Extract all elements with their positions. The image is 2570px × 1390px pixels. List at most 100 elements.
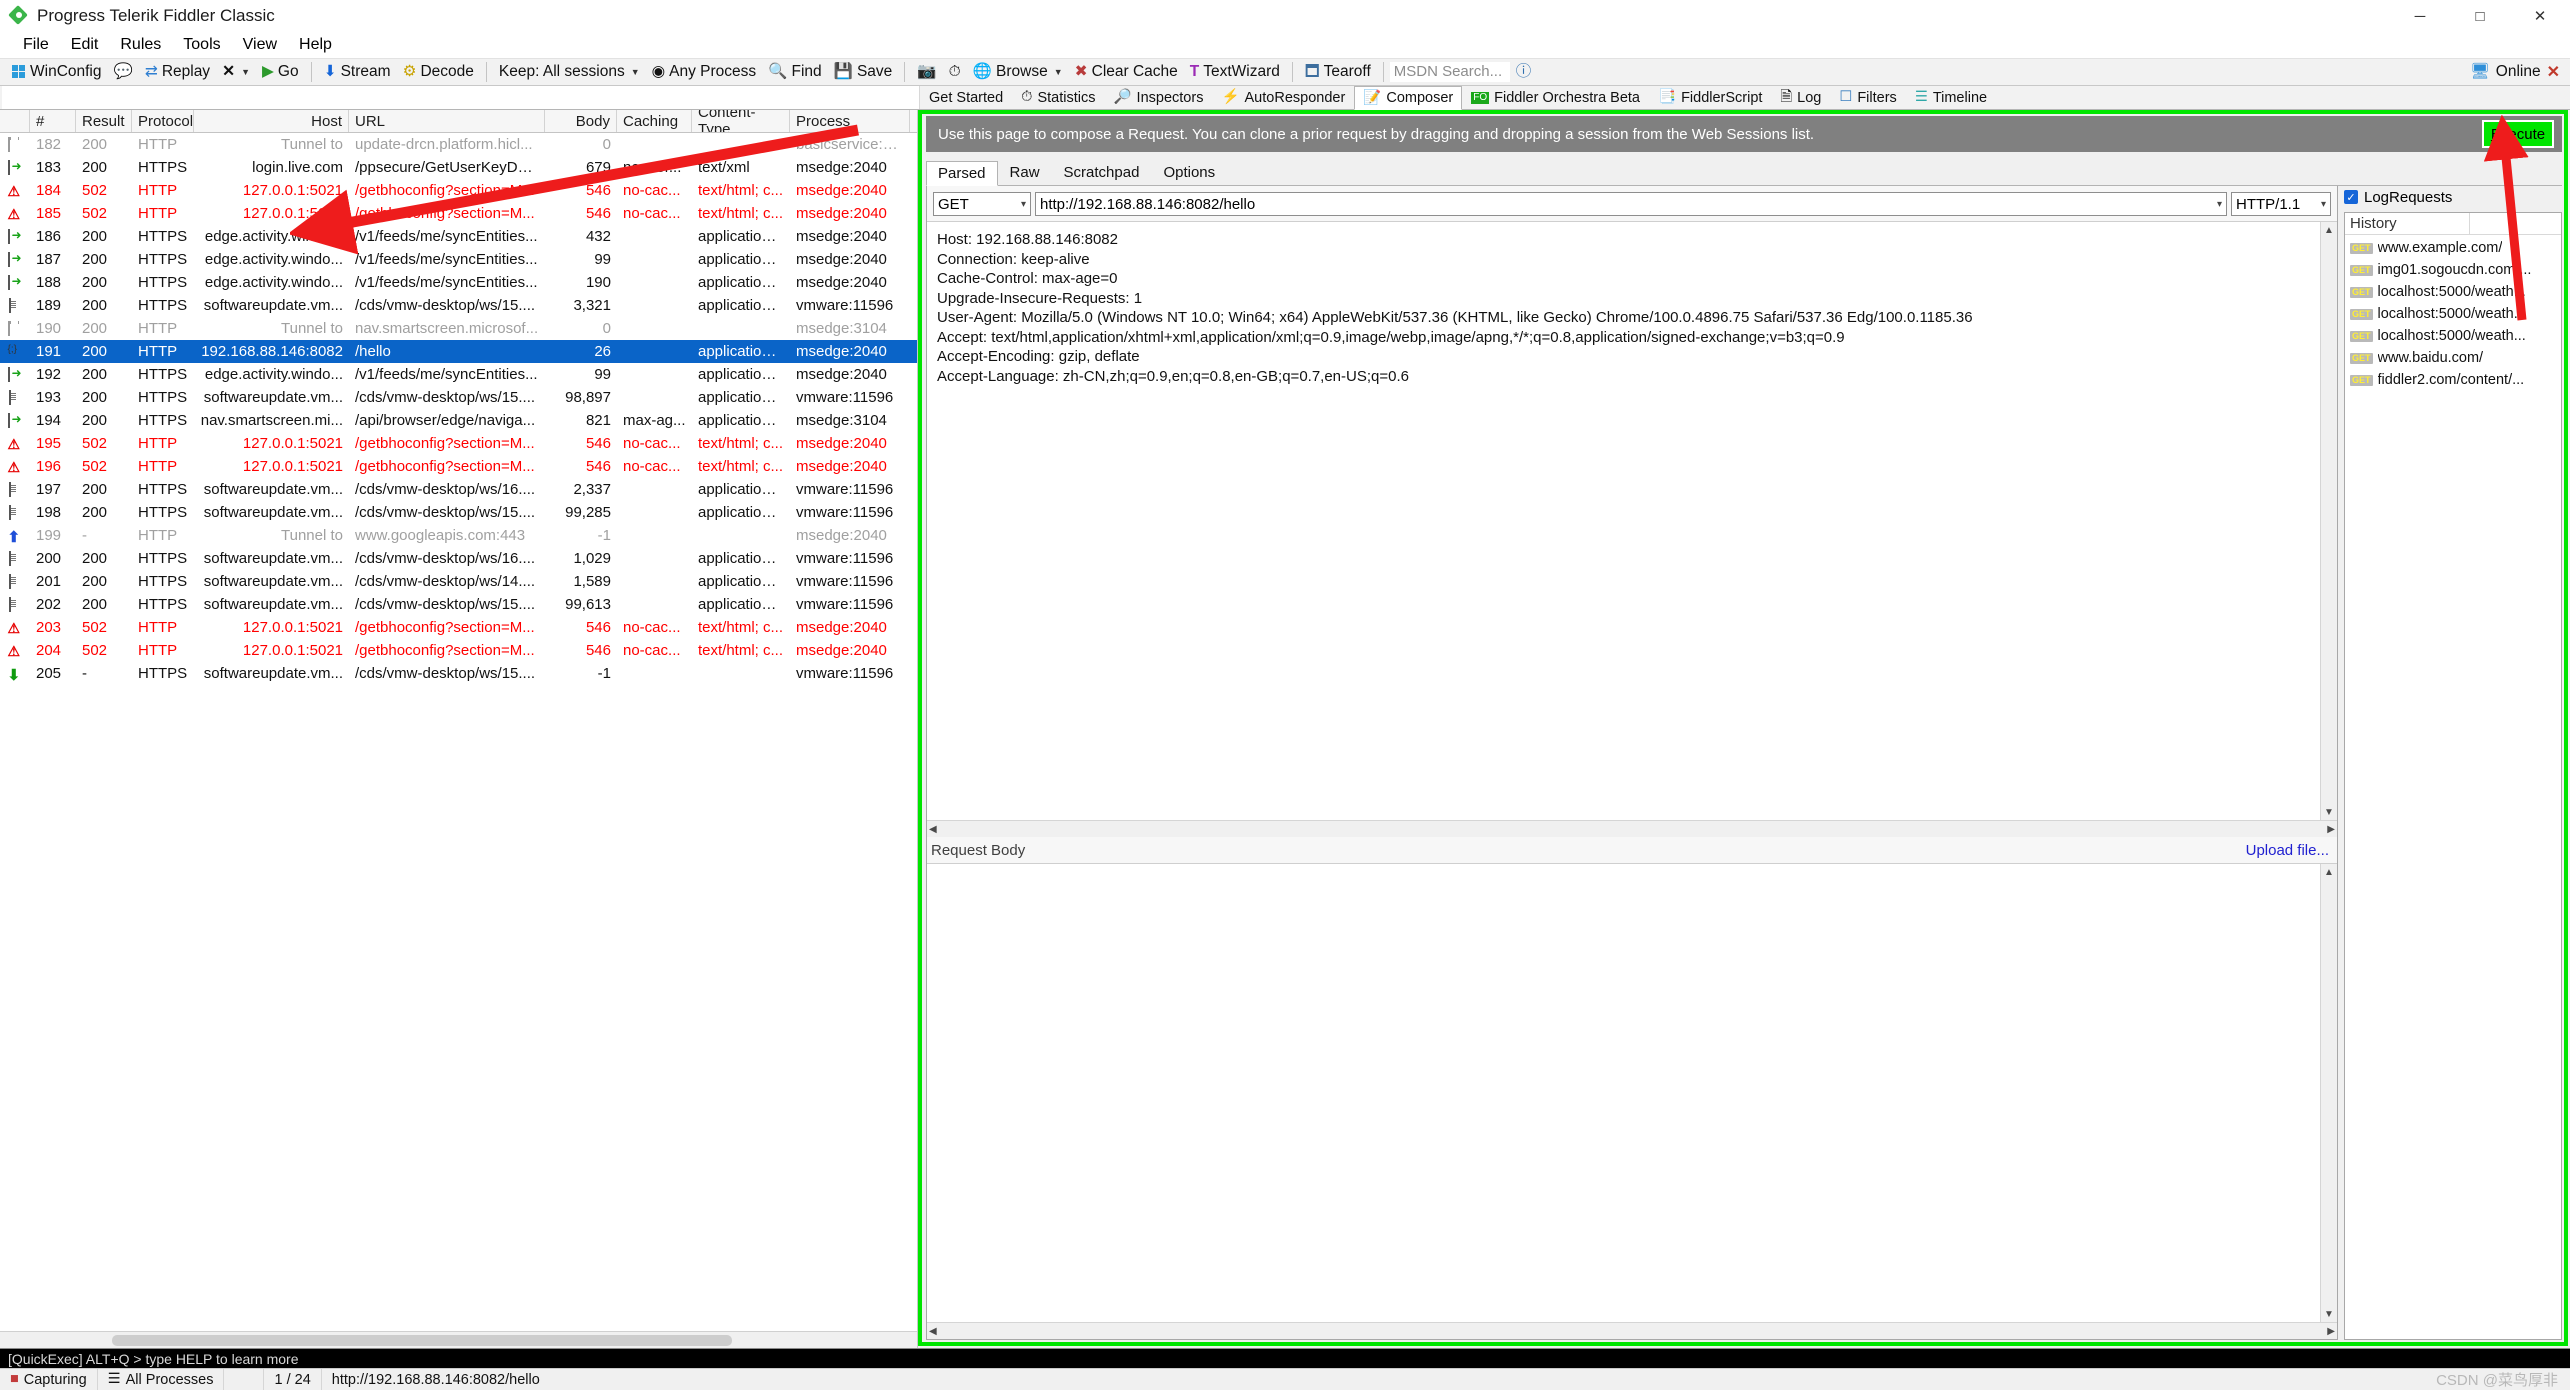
session-row[interactable]: ⚠ 203 502 HTTP 127.0.0.1:5021/getbhoconfig?s… — [0, 616, 917, 639]
session-row[interactable]: 197 200 HTTPS softwareupdate.vm... /cds/vmw-… — [0, 478, 917, 501]
session-row[interactable]: 183 200 HTTPS login.live.com/ppsecure/GetUs… — [0, 156, 917, 179]
history-item[interactable]: GET localhost:5000/weath... — [2345, 303, 2561, 325]
session-row[interactable]: ⚠ 185 502 HTTP 127.0.0.1:5021/getbhoconfig?s… — [0, 202, 917, 225]
session-row[interactable]: 198 200 HTTPS softwareupdate.vm... /cds/vmw-… — [0, 501, 917, 524]
session-row[interactable]: ⚠ 195 502 HTTP 127.0.0.1:5021/getbhoconfig?s… — [0, 432, 917, 455]
close-button[interactable]: ✕ — [2510, 0, 2570, 32]
session-row[interactable]: ⚠ 196 502 HTTP 127.0.0.1:5021/getbhoconfig?s… — [0, 455, 917, 478]
session-row[interactable]: 200 200 HTTPS softwareupdate.vm... /cds/vmw-… — [0, 547, 917, 570]
replay-button[interactable]: ⇄ Replay — [139, 60, 216, 84]
session-row[interactable]: ⬆ 199 - HTTP Tunnel to www.googleapis.com:443… — [0, 524, 917, 547]
find-button[interactable]: 🔍 Find — [762, 60, 827, 84]
comment-button[interactable]: 💬 — [108, 60, 139, 84]
composer-tab-scratchpad[interactable]: Scratchpad — [1052, 160, 1152, 185]
history-item[interactable]: GET localhost:5000/weath... — [2345, 281, 2561, 303]
stream-button[interactable]: ⬇ Stream — [318, 60, 397, 84]
scroll-right-icon[interactable]: ▶ — [2327, 824, 2335, 835]
session-row[interactable]: ⬇ 205 - HTTPS softwareupdate.vm... /cds/vmw-d… — [0, 662, 917, 685]
col-process[interactable]: Process — [790, 110, 910, 132]
http-verb-select[interactable]: GET ▾ — [933, 192, 1031, 216]
upload-file-link[interactable]: Upload file... — [2246, 842, 2329, 859]
session-row[interactable]: ⚠ 204 502 HTTP 127.0.0.1:5021/getbhoconfig?s… — [0, 639, 917, 662]
menu-edit[interactable]: Edit — [60, 34, 110, 56]
body-horizontal-scrollbar[interactable]: ◀ ▶ — [927, 1322, 2337, 1339]
tab-composer[interactable]: 📝 Composer — [1354, 86, 1463, 110]
history-item[interactable]: GET www.example.com/ — [2345, 237, 2561, 259]
menu-help[interactable]: Help — [288, 34, 343, 56]
col-caching[interactable]: Caching — [617, 110, 692, 132]
remove-button[interactable]: ✕ ▼ — [216, 60, 256, 84]
tab-fiddler-orchestra[interactable]: FO Fiddler Orchestra Beta — [1462, 86, 1649, 109]
go-button[interactable]: ▶ Go — [256, 60, 305, 84]
composer-tab-parsed[interactable]: Parsed — [926, 161, 998, 186]
session-row[interactable]: 192 200 HTTPS edge.activity.windo... /v1/fee… — [0, 363, 917, 386]
session-row[interactable]: 182 200 HTTP Tunnel to update-drcn.platform.… — [0, 133, 917, 156]
scroll-up-icon[interactable]: ▲ — [2321, 864, 2337, 880]
session-row[interactable]: 186 200 HTTPS edge.activity.windo... /v1/fee… — [0, 225, 917, 248]
browse-button[interactable]: 🌐 Browse ▼ — [967, 60, 1069, 84]
keep-sessions-dropdown[interactable]: Keep: All sessions ▼ — [493, 60, 646, 84]
tab-timeline[interactable]: ☰ Timeline — [1906, 86, 1996, 109]
tab-filters[interactable]: ☐ Filters — [1830, 86, 1905, 109]
col-number[interactable]: # — [30, 110, 76, 132]
textwizard-button[interactable]: T TextWizard — [1184, 60, 1286, 84]
scrollbar-thumb[interactable] — [112, 1335, 732, 1346]
session-row[interactable]: 188 200 HTTPS edge.activity.windo... /v1/fee… — [0, 271, 917, 294]
capturing-status[interactable]: ■ Capturing — [0, 1368, 98, 1390]
tab-fiddlerscript[interactable]: 📑 FiddlerScript — [1649, 86, 1771, 109]
online-close-icon[interactable]: ✕ — [2547, 62, 2560, 82]
scroll-up-icon[interactable]: ▲ — [2321, 222, 2337, 238]
tab-get-started[interactable]: Get Started — [920, 86, 1012, 109]
tab-log[interactable]: 🗎 Log — [1771, 86, 1830, 109]
session-row[interactable]: 201 200 HTTPS softwareupdate.vm... /cds/vmw-… — [0, 570, 917, 593]
minimize-button[interactable]: ─ — [2390, 0, 2450, 32]
composer-tab-raw[interactable]: Raw — [998, 160, 1052, 185]
help-button[interactable]: ⓘ — [1510, 60, 1538, 84]
session-row[interactable]: {;} 191 200 HTTP 192.168.88.146:8082/hello 26… — [0, 340, 917, 363]
tab-autoresponder[interactable]: ⚡ AutoResponder — [1212, 86, 1354, 109]
composer-tab-options[interactable]: Options — [1151, 160, 1227, 185]
history-column-divider[interactable] — [2468, 212, 2470, 235]
menu-file[interactable]: File — [12, 34, 60, 56]
timer-button[interactable]: ⏱ — [943, 60, 967, 84]
session-row[interactable]: 193 200 HTTPS softwareupdate.vm... /cds/vmw-… — [0, 386, 917, 409]
col-content-type[interactable]: Content-Type — [692, 110, 790, 132]
col-host[interactable]: Host — [194, 110, 349, 132]
headers-vertical-scrollbar[interactable]: ▲ ▼ — [2320, 222, 2337, 820]
col-protocol[interactable]: Protocol — [132, 110, 194, 132]
body-vertical-scrollbar[interactable]: ▲ ▼ — [2320, 864, 2337, 1322]
any-process-button[interactable]: ◉ Any Process — [646, 60, 763, 84]
online-label[interactable]: Online — [2496, 63, 2541, 81]
session-row[interactable]: 202 200 HTTPS softwareupdate.vm... /cds/vmw-… — [0, 593, 917, 616]
scroll-left-icon[interactable]: ◀ — [929, 1326, 937, 1337]
session-row[interactable]: ⚠ 184 502 HTTP 127.0.0.1:5021/getbhoconfig?s… — [0, 179, 917, 202]
session-row[interactable]: 190 200 HTTP Tunnel to nav.smartscreen.micro… — [0, 317, 917, 340]
col-result[interactable]: Result — [76, 110, 132, 132]
history-item[interactable]: GET fiddler2.com/content/... — [2345, 369, 2561, 391]
headers-horizontal-scrollbar[interactable]: ◀ ▶ — [927, 820, 2337, 837]
session-row[interactable]: 194 200 HTTPS nav.smartscreen.mi... /api/bro… — [0, 409, 917, 432]
execute-button[interactable]: Execute — [2482, 120, 2554, 148]
log-requests-checkbox[interactable]: ✓ — [2344, 190, 2358, 204]
request-headers-textarea[interactable]: Host: 192.168.88.146:8082 Connection: ke… — [927, 222, 2320, 820]
decode-button[interactable]: ⚙ Decode — [397, 60, 480, 84]
sessions-grid-body[interactable]: 182 200 HTTP Tunnel to update-drcn.platform.… — [0, 133, 917, 1331]
col-body[interactable]: Body — [545, 110, 617, 132]
sessions-horizontal-scrollbar[interactable] — [0, 1331, 917, 1348]
msdn-search-input[interactable]: MSDN Search... — [1389, 62, 1510, 82]
history-list[interactable]: GET www.example.com/GET img01.sogoucdn.com… — [2345, 235, 2561, 1339]
process-filter-status[interactable]: ☰ All Processes — [98, 1368, 225, 1390]
winconfig-button[interactable]: WinConfig — [6, 60, 108, 84]
history-item[interactable]: GET www.baidu.com/ — [2345, 347, 2561, 369]
tab-statistics[interactable]: ⏱ Statistics — [1012, 86, 1104, 109]
scroll-down-icon[interactable]: ▼ — [2321, 804, 2337, 820]
quickexec-bar[interactable]: [QuickExec] ALT+Q > type HELP to learn m… — [0, 1348, 2570, 1368]
menu-view[interactable]: View — [232, 34, 288, 56]
save-button[interactable]: 💾 Save — [828, 60, 899, 84]
clear-cache-button[interactable]: ✖ Clear Cache — [1069, 60, 1184, 84]
scroll-left-icon[interactable]: ◀ — [929, 824, 937, 835]
session-row[interactable]: 189 200 HTTPS softwareupdate.vm... /cds/vmw-… — [0, 294, 917, 317]
request-url-input[interactable]: http://192.168.88.146:8082/hello ▾ — [1035, 192, 2227, 216]
menu-rules[interactable]: Rules — [109, 34, 172, 56]
request-body-textarea[interactable] — [927, 864, 2320, 1322]
